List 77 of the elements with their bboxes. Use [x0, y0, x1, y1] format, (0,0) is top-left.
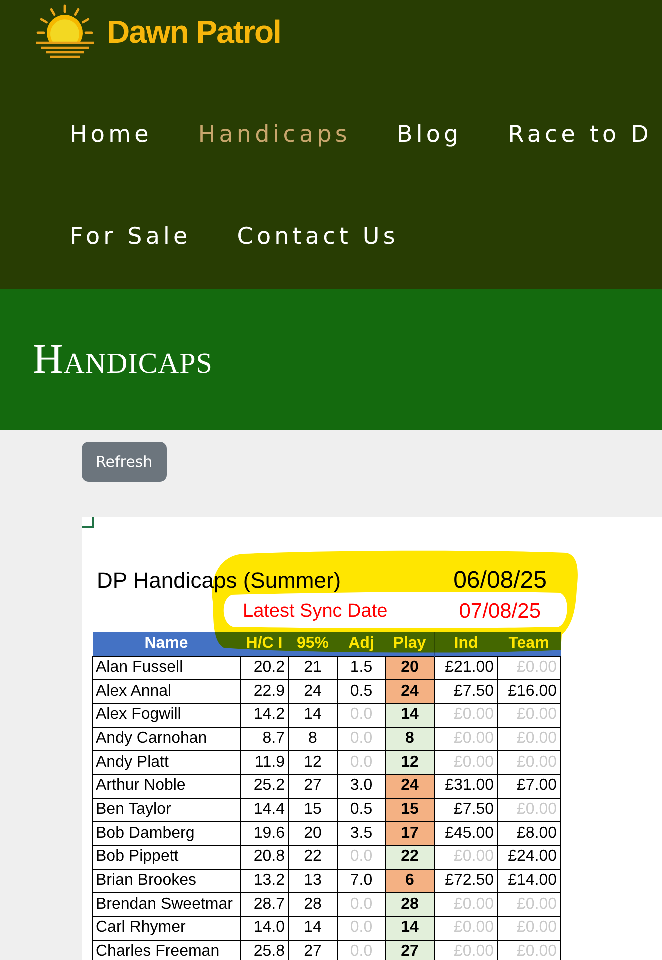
- table-cell: £14.00: [498, 869, 560, 893]
- table-cell: 20: [288, 822, 338, 846]
- table-cell: 13.2: [240, 869, 288, 893]
- nav-link[interactable]: Blog: [397, 120, 462, 150]
- table-cell: 8: [386, 727, 434, 751]
- table-cell: 22: [386, 846, 434, 870]
- table-cell: 14: [288, 703, 338, 728]
- table-cell: 14.0: [240, 916, 288, 940]
- sheet-date: 06/08/25: [454, 567, 547, 595]
- nav-link[interactable]: Race to D: [508, 120, 652, 150]
- table-cell: £7.00: [498, 774, 560, 798]
- table-cell: Andy Platt: [92, 750, 240, 774]
- table-cell: £72.50: [434, 869, 498, 893]
- page-title: Handicaps: [33, 338, 213, 380]
- table-cell: 20.8: [240, 846, 288, 870]
- table-cell: 17: [386, 822, 434, 846]
- nav-link[interactable]: Home: [70, 120, 152, 150]
- table-cell: 13: [288, 869, 338, 893]
- table-cell: 28: [288, 892, 338, 917]
- table-cell: 25.2: [240, 774, 288, 798]
- nav-link[interactable]: Handicaps: [198, 120, 352, 150]
- table-cell: £24.00: [498, 846, 560, 870]
- table-cell: 19.6: [240, 822, 288, 846]
- table-cell: £31.00: [434, 774, 498, 798]
- table-cell: £16.00: [498, 680, 560, 704]
- table-cell: 12: [386, 750, 434, 774]
- table-cell: Alex Annal: [92, 680, 240, 704]
- sunrise-icon: [35, 4, 95, 59]
- table-cell: £8.00: [498, 822, 560, 846]
- table-cell: 21: [288, 656, 338, 680]
- table-cell: 20.2: [240, 656, 288, 680]
- table-cell: £7.50: [434, 680, 498, 704]
- table-cell: 14: [386, 916, 434, 940]
- table-cell: 14.2: [240, 703, 288, 728]
- table-cell: Charles Freeman: [92, 940, 240, 960]
- nav-link[interactable]: Contact Us: [237, 222, 399, 252]
- table-cell: £7.50: [434, 798, 498, 822]
- table-cell: 22.9: [240, 680, 288, 704]
- table-cell: 1.5: [338, 656, 386, 680]
- table-cell: 14.4: [240, 798, 288, 822]
- table-cell: Andy Carnohan: [92, 727, 240, 751]
- corner-bracket-icon: [82, 517, 94, 528]
- table-cell: 8.7: [240, 727, 288, 751]
- refresh-button[interactable]: Refresh: [82, 442, 167, 482]
- table-cell: 28: [386, 892, 434, 917]
- table-cell: 27: [386, 940, 434, 960]
- table-cell: £21.00: [434, 656, 498, 680]
- table-cell: £45.00: [434, 822, 498, 846]
- sync-label: Latest Sync Date: [243, 600, 388, 624]
- table-cell: 6: [386, 869, 434, 893]
- column-header: Name: [92, 632, 240, 656]
- nav-link[interactable]: For Sale: [70, 222, 192, 252]
- table-cell: 28.7: [240, 892, 288, 917]
- table-cell: Brian Brookes: [92, 869, 240, 893]
- table-cell: 14: [386, 703, 434, 728]
- table-cell: 12: [288, 750, 338, 774]
- table-cell: 15: [386, 798, 434, 822]
- table-cell: Bob Pippett: [92, 846, 240, 870]
- table-cell: Bob Damberg: [92, 822, 240, 846]
- sync-date: 07/08/25: [459, 600, 541, 624]
- table-cell: Alan Fussell: [92, 656, 240, 680]
- table-cell: 22: [288, 846, 338, 870]
- table-cell: Alex Fogwill: [92, 703, 240, 728]
- table-cell: 24: [288, 680, 338, 704]
- table-cell: 24: [386, 774, 434, 798]
- table-cell: 20: [386, 656, 434, 680]
- table-cell: Brendan Sweetmar: [92, 892, 240, 917]
- table-cell: 27: [288, 774, 338, 798]
- table-cell: 14: [288, 916, 338, 940]
- table-cell: 15: [288, 798, 338, 822]
- table-cell: 24: [386, 680, 434, 704]
- table-cell: 11.9: [240, 750, 288, 774]
- logo-text[interactable]: Dawn Patrol: [107, 16, 281, 48]
- table-cell: Ben Taylor: [92, 798, 240, 822]
- table-cell: Arthur Noble: [92, 774, 240, 798]
- table-cell: 8: [288, 727, 338, 751]
- table-cell: Carl Rhymer: [92, 916, 240, 940]
